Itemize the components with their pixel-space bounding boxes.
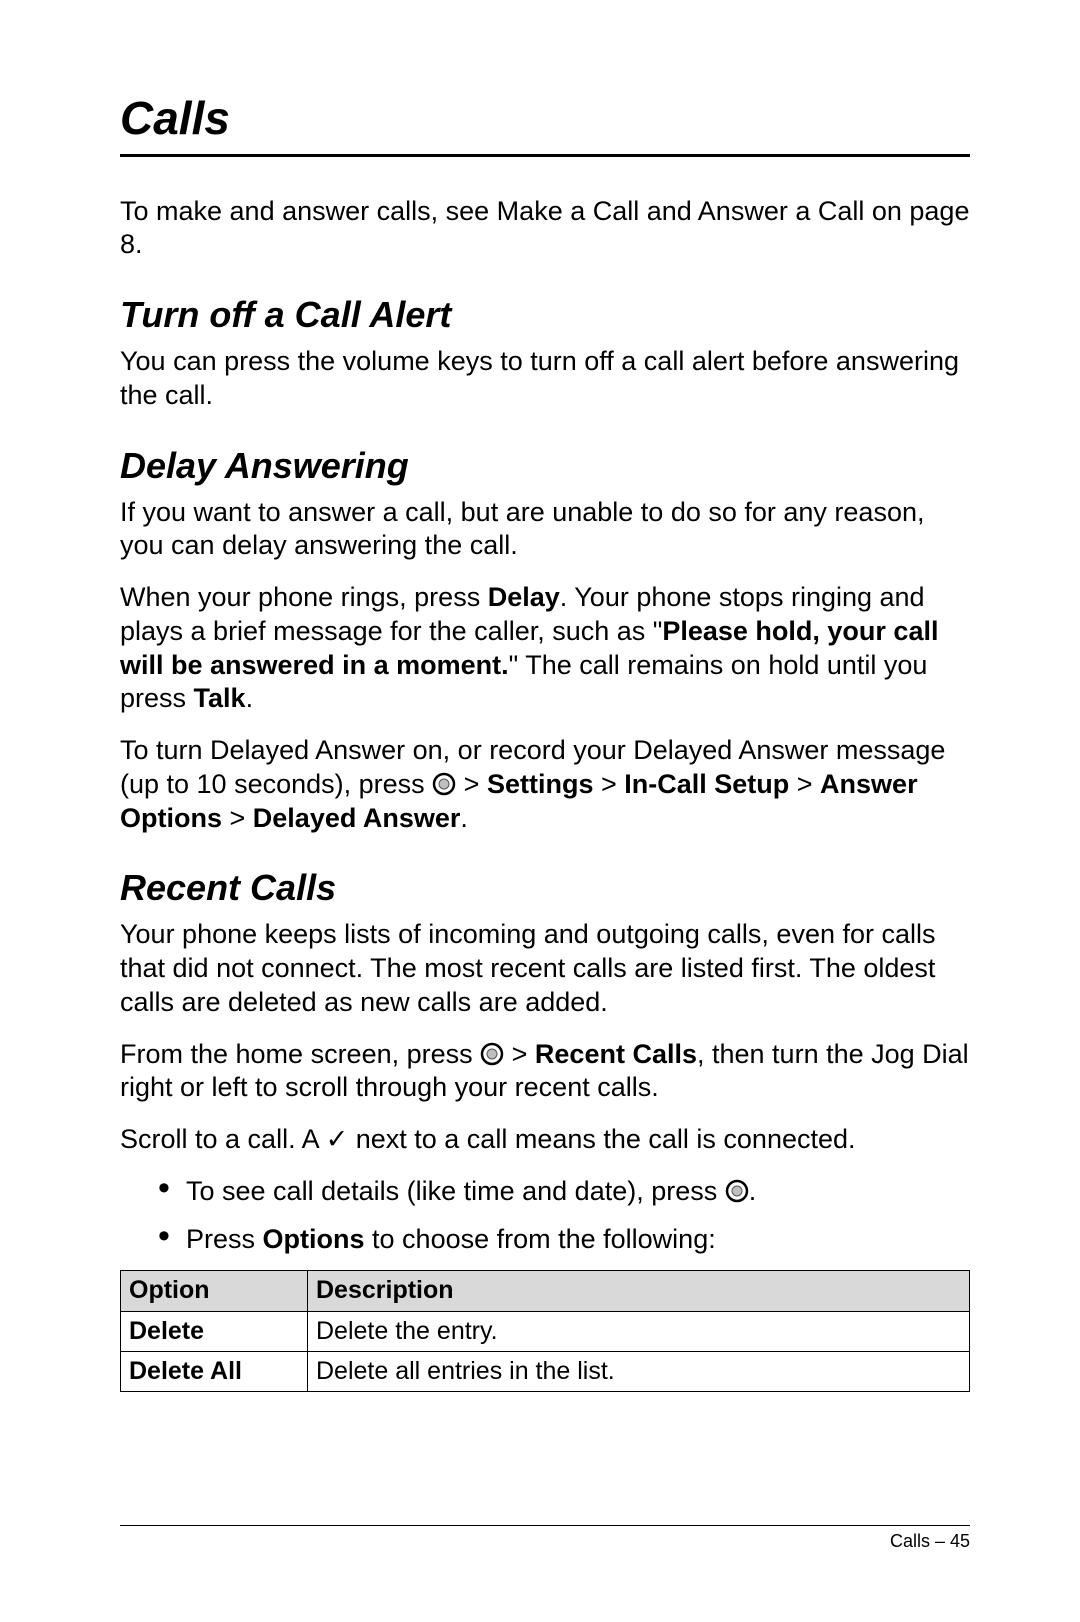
intro-paragraph: To make and answer calls, see Make a Cal… [120,195,970,263]
paragraph: If you want to answer a call, but are un… [120,496,970,564]
table-header-row: Option Description [121,1271,970,1311]
description: Delete the entry. [308,1311,970,1351]
text: . [460,803,468,833]
text: Press [186,1224,263,1254]
option-delete: Delete [121,1311,308,1351]
text: . [749,1176,757,1206]
text: > [789,769,820,799]
text: > [222,803,253,833]
list-item: To see call details (like time and date)… [158,1175,970,1209]
text: > [593,769,624,799]
heading-delay-answering: Delay Answering [120,443,970,488]
description: Delete all entries in the list. [308,1351,970,1391]
nav-recent-calls: Recent Calls [535,1039,697,1069]
text: Scroll to a call. A [120,1124,326,1154]
text: When your phone rings, press [120,582,488,612]
key-options: Options [263,1224,365,1254]
nav-delayed-answer: Delayed Answer [253,803,461,833]
text: to choose from the following: [365,1224,716,1254]
table-row: Delete All Delete all entries in the lis… [121,1351,970,1391]
key-delay: Delay [488,582,560,612]
key-talk: Talk [194,683,246,713]
page-title: Calls [120,90,970,154]
checkmark-icon: ✓ [326,1124,349,1154]
paragraph: You can press the volume keys to turn of… [120,345,970,413]
text: . [246,683,254,713]
text: > [504,1039,535,1069]
paragraph: To turn Delayed Answer on, or record you… [120,734,970,835]
center-key-icon [480,1042,504,1066]
paragraph: When your phone rings, press Delay. Your… [120,581,970,716]
paragraph: From the home screen, press > Recent Cal… [120,1038,970,1106]
col-option: Option [121,1271,308,1311]
text: > [456,769,487,799]
nav-in-call-setup: In-Call Setup [624,769,789,799]
list-item: Press Options to choose from the followi… [158,1223,970,1257]
center-key-icon [432,772,456,796]
page-footer: Calls – 45 [120,1525,970,1553]
paragraph: Your phone keeps lists of incoming and o… [120,918,970,1019]
heading-recent-calls: Recent Calls [120,865,970,910]
text: next to a call means the call is connect… [348,1124,855,1154]
text: To see call details (like time and date)… [186,1176,725,1206]
option-delete-all: Delete All [121,1351,308,1391]
nav-settings: Settings [487,769,594,799]
paragraph: Scroll to a call. A ✓ next to a call mea… [120,1123,970,1157]
heading-turn-off-call-alert: Turn off a Call Alert [120,292,970,337]
col-description: Description [308,1271,970,1311]
bullet-list: To see call details (like time and date)… [120,1175,970,1257]
table-row: Delete Delete the entry. [121,1311,970,1351]
center-key-icon [725,1179,749,1203]
options-table: Option Description Delete Delete the ent… [120,1270,970,1392]
text: From the home screen, press [120,1039,480,1069]
